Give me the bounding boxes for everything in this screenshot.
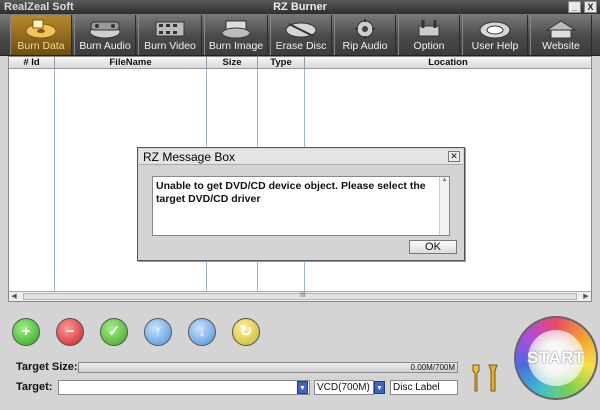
toolbar-label: User Help	[471, 40, 519, 52]
disc-format-select[interactable]: VCD(700M)	[314, 380, 374, 395]
erase-disc-icon	[285, 22, 317, 38]
move-up-button[interactable]: ↑	[144, 318, 172, 346]
move-down-button[interactable]: ↓	[188, 318, 216, 346]
select-all-button[interactable]: ✓	[100, 318, 128, 346]
help-icon	[479, 21, 511, 39]
toolbar-website[interactable]: Website	[530, 15, 592, 55]
minimize-button[interactable]: _	[568, 1, 581, 13]
option-tools-icon	[418, 20, 440, 37]
toolbar-burn-image[interactable]: Burn Image	[204, 15, 268, 55]
tools-icon[interactable]	[467, 363, 507, 393]
remove-file-button[interactable]: −	[56, 318, 84, 346]
column-divider	[54, 69, 55, 291]
target-size-bar: 0.00M/700M	[78, 362, 458, 373]
toolbar-burn-audio[interactable]: Burn Audio	[74, 15, 136, 55]
toolbar-erase-disc[interactable]: Erase Disc	[270, 15, 332, 55]
toolbar-label: Option	[413, 40, 445, 52]
dialog-close-button[interactable]: ✕	[448, 151, 460, 162]
ok-button[interactable]: OK	[409, 240, 457, 254]
audio-icon	[89, 21, 121, 39]
chevron-down-icon[interactable]: ▼	[374, 381, 385, 394]
refresh-button[interactable]: ↻	[232, 318, 260, 346]
toolbar-label: Burn Audio	[79, 40, 131, 52]
column-header-type[interactable]: Type	[258, 57, 305, 69]
horizontal-scrollbar[interactable]: ◀ III ▶	[9, 291, 591, 301]
target-drive-select[interactable]	[58, 380, 310, 395]
scroll-grip: III	[300, 292, 306, 299]
plus-icon: +	[21, 323, 31, 340]
toolbar-label: Burn Data	[17, 40, 65, 52]
arrow-down-icon: ↓	[198, 323, 206, 340]
toolbar-label: Website	[542, 40, 580, 52]
toolbar-label: Rip Audio	[342, 40, 388, 52]
scroll-left-icon[interactable]: ◀	[9, 292, 19, 301]
toolbar-label: Erase Disc	[275, 40, 327, 52]
disc-image-icon	[221, 20, 251, 39]
toolbar-user-help[interactable]: User Help	[462, 15, 528, 55]
add-file-button[interactable]: +	[12, 318, 40, 346]
target-size-label: Target Size:	[16, 361, 78, 373]
column-header-filename[interactable]: FileName	[55, 57, 207, 69]
start-label: START	[527, 348, 585, 367]
refresh-icon: ↻	[239, 323, 253, 340]
column-header-id[interactable]: # Id	[9, 57, 55, 69]
dialog-title-bar: RZ Message Box ✕	[139, 149, 463, 165]
film-icon	[155, 21, 185, 37]
disc-data-icon	[25, 19, 57, 39]
disc-label-input[interactable]: Disc Label	[390, 380, 458, 395]
main-toolbar: Burn Data Burn Audio Burn Video Burn Ima…	[0, 14, 600, 56]
column-header-size[interactable]: Size	[207, 57, 258, 69]
target-label: Target:	[16, 381, 53, 393]
start-burn-button[interactable]: START	[514, 316, 598, 400]
rip-gear-icon	[355, 19, 375, 39]
website-icon	[545, 20, 577, 39]
title-bar: RealZeal Soft RZ Burner _ X	[0, 0, 600, 14]
toolbar-burn-data[interactable]: Burn Data	[10, 15, 72, 55]
minus-icon: −	[65, 323, 75, 340]
scroll-right-icon[interactable]: ▶	[581, 292, 591, 301]
target-size-value: 0.00M/700M	[410, 363, 455, 372]
scroll-up-icon[interactable]: ▲	[442, 177, 448, 183]
toolbar-rip-audio[interactable]: Rip Audio	[334, 15, 396, 55]
toolbar-burn-video[interactable]: Burn Video	[138, 15, 202, 55]
toolbar-label: Burn Video	[144, 40, 196, 52]
dialog-message-box: Unable to get DVD/CD device object. Plea…	[152, 176, 450, 236]
toolbar-option[interactable]: Option	[398, 15, 460, 55]
message-dialog: RZ Message Box ✕ Unable to get DVD/CD de…	[137, 147, 465, 261]
check-icon: ✓	[107, 323, 121, 340]
window-title: RZ Burner	[273, 1, 327, 13]
arrow-up-icon: ↑	[154, 323, 162, 340]
column-header-location[interactable]: Location	[305, 57, 591, 69]
close-button[interactable]: X	[584, 1, 597, 13]
dialog-title: RZ Message Box	[143, 150, 236, 164]
dialog-message: Unable to get DVD/CD device object. Plea…	[156, 180, 426, 205]
dialog-scrollbar[interactable]: ▲	[439, 177, 449, 235]
toolbar-label: Burn Image	[208, 40, 264, 52]
scroll-thumb[interactable]: III	[23, 292, 577, 300]
chevron-down-icon[interactable]: ▼	[297, 381, 308, 394]
